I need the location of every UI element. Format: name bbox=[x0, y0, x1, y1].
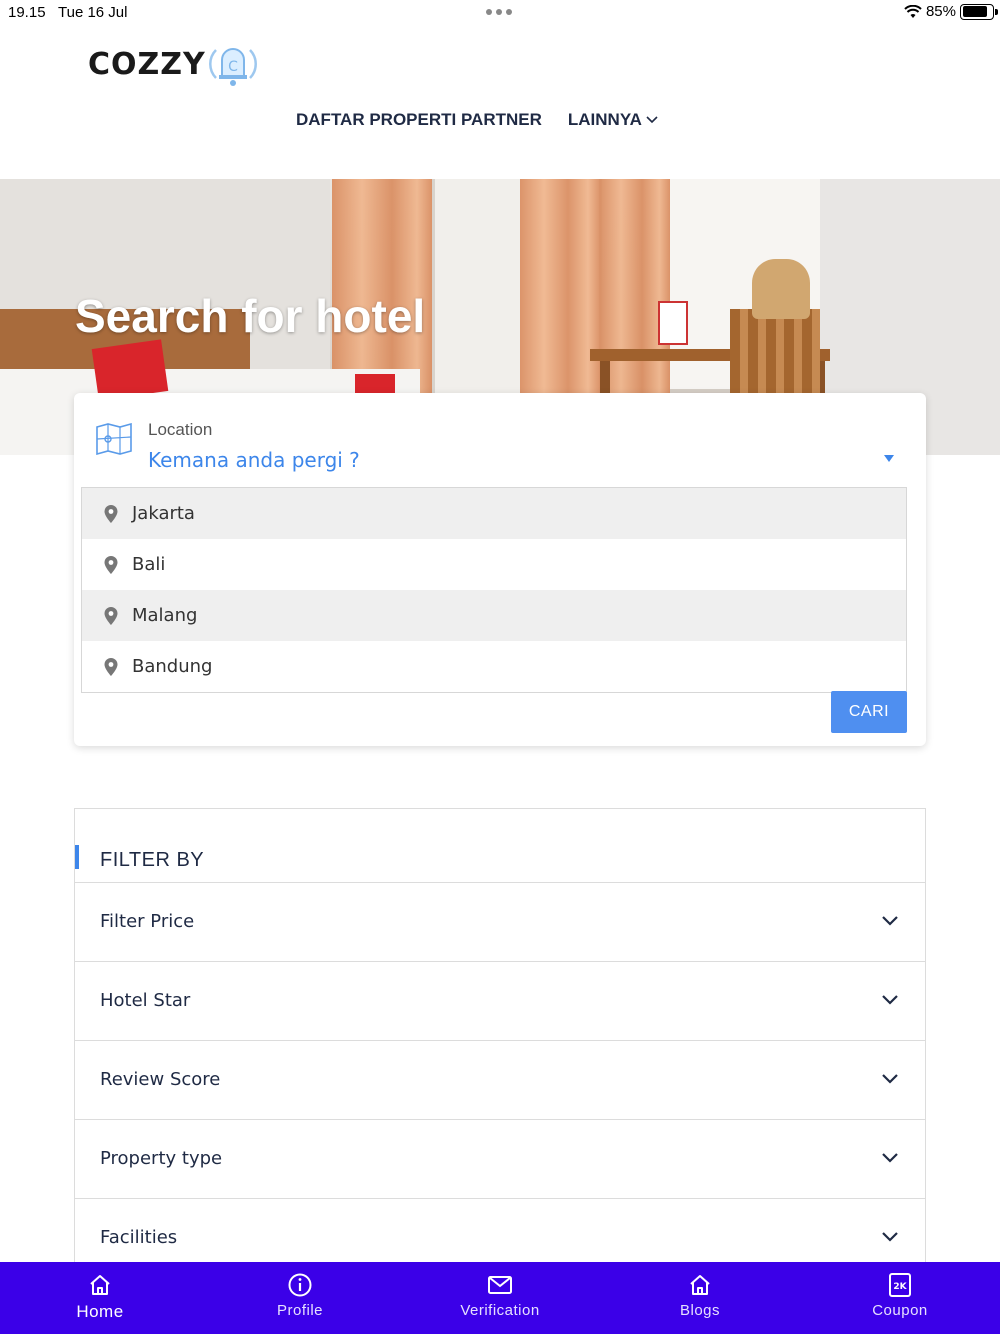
location-pin-icon bbox=[104, 657, 118, 676]
filter-row-label: Filter Price bbox=[100, 911, 195, 932]
bottom-nav-coupon[interactable]: 2K Coupon bbox=[800, 1262, 1000, 1334]
coupon-icon: 2K bbox=[889, 1273, 911, 1297]
nav-lainnya[interactable]: LAINNYA bbox=[568, 110, 658, 130]
location-option-label: Malang bbox=[132, 605, 198, 626]
location-option[interactable]: Malang bbox=[82, 590, 906, 641]
top-nav: DAFTAR PROPERTI PARTNER LAINNYA bbox=[296, 110, 658, 130]
location-option[interactable]: Bali bbox=[82, 539, 906, 590]
location-option-label: Jakarta bbox=[132, 503, 195, 524]
nav-daftar-properti-partner[interactable]: DAFTAR PROPERTI PARTNER bbox=[296, 110, 542, 130]
status-date: Tue 16 Jul bbox=[58, 4, 128, 21]
bottom-nav-label: Home bbox=[76, 1302, 124, 1321]
bell-icon: C bbox=[208, 48, 257, 86]
location-pin-icon bbox=[104, 606, 118, 625]
chevron-down-icon bbox=[882, 1153, 898, 1163]
bottom-nav-label: Coupon bbox=[872, 1302, 928, 1319]
chevron-down-icon bbox=[646, 116, 658, 124]
location-option-label: Bali bbox=[132, 554, 166, 575]
bottom-nav-verification[interactable]: Verification bbox=[400, 1262, 600, 1334]
filter-title: FILTER BY bbox=[100, 849, 205, 871]
filter-panel: FILTER BY Filter Price Hotel Star Review… bbox=[74, 808, 926, 1278]
status-indicators: 85% bbox=[904, 3, 998, 20]
filter-accent-bar bbox=[75, 845, 79, 869]
location-label: Location bbox=[148, 420, 213, 439]
location-pin-icon bbox=[104, 504, 118, 523]
bottom-nav-blogs[interactable]: Blogs bbox=[600, 1262, 800, 1334]
location-input[interactable]: Kemana anda pergi ? bbox=[148, 448, 360, 472]
mail-icon bbox=[488, 1276, 512, 1294]
caret-down-icon[interactable] bbox=[884, 455, 894, 462]
home-icon bbox=[690, 1275, 710, 1295]
status-bar: 19.15 Tue 16 Jul 85% bbox=[0, 0, 1000, 26]
search-card: Location Kemana anda pergi ? Jakarta Bal… bbox=[74, 393, 926, 746]
nav-label: LAINNYA bbox=[567, 110, 642, 129]
bottom-nav: Home Profile Verification Blogs 2K Coupo… bbox=[0, 1262, 1000, 1334]
filter-row-property-type[interactable]: Property type bbox=[75, 1120, 925, 1199]
filter-header: FILTER BY bbox=[75, 809, 925, 883]
battery-percent: 85% bbox=[925, 3, 956, 20]
bottom-nav-label: Blogs bbox=[679, 1302, 721, 1319]
chevron-down-icon bbox=[882, 1232, 898, 1242]
location-option[interactable]: Bandung bbox=[82, 641, 906, 692]
battery-icon bbox=[960, 3, 998, 20]
home-icon bbox=[90, 1275, 110, 1295]
location-pin-icon bbox=[104, 555, 118, 574]
filter-row-price[interactable]: Filter Price bbox=[75, 883, 925, 962]
logo-text: COZZY bbox=[88, 46, 206, 82]
multitasking-dots-icon[interactable] bbox=[486, 9, 512, 15]
svg-text:2K: 2K bbox=[893, 1282, 907, 1292]
wifi-icon bbox=[904, 4, 922, 18]
svg-text:C: C bbox=[228, 59, 238, 75]
bottom-nav-label: Verification bbox=[460, 1302, 540, 1319]
map-icon bbox=[96, 423, 132, 455]
bottom-nav-profile[interactable]: Profile bbox=[200, 1262, 400, 1334]
filter-row-review-score[interactable]: Review Score bbox=[75, 1041, 925, 1120]
location-option-label: Bandung bbox=[132, 656, 213, 677]
filter-row-label: Property type bbox=[100, 1148, 223, 1169]
location-option[interactable]: Jakarta bbox=[82, 488, 906, 539]
chevron-down-icon bbox=[882, 916, 898, 926]
chevron-down-icon bbox=[882, 995, 898, 1005]
filter-row-label: Facilities bbox=[100, 1227, 178, 1248]
bottom-nav-label: Profile bbox=[276, 1302, 324, 1319]
info-icon bbox=[288, 1273, 312, 1297]
chevron-down-icon bbox=[882, 1074, 898, 1084]
filter-row-label: Hotel Star bbox=[100, 990, 191, 1011]
status-time: 19.15 bbox=[8, 4, 46, 21]
logo[interactable]: COZZY C bbox=[88, 40, 258, 88]
filter-row-hotel-star[interactable]: Hotel Star bbox=[75, 962, 925, 1041]
hero-title: Search for hotel bbox=[75, 290, 426, 342]
bottom-nav-home[interactable]: Home bbox=[0, 1262, 200, 1334]
search-button[interactable]: CARI bbox=[831, 691, 907, 733]
location-dropdown: Jakarta Bali Malang Bandung bbox=[81, 487, 907, 693]
nav-label: DAFTAR PROPERTI PARTNER bbox=[296, 110, 542, 129]
filter-row-label: Review Score bbox=[100, 1069, 221, 1090]
